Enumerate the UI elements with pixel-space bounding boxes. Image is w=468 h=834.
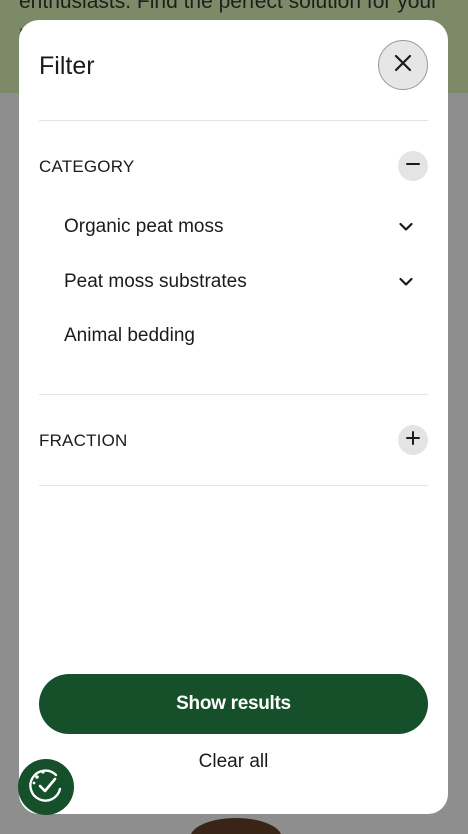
category-collapse-toggle[interactable] bbox=[398, 151, 428, 181]
filter-panel: Filter CATEGORY Organic peat moss Peat m… bbox=[19, 20, 448, 814]
category-item-animal-bedding[interactable]: Animal bedding bbox=[64, 321, 414, 351]
category-section-label: CATEGORY bbox=[39, 157, 135, 176]
fraction-section-label: FRACTION bbox=[39, 431, 128, 450]
filter-title: Filter bbox=[39, 52, 95, 80]
minus-icon bbox=[406, 157, 420, 176]
category-item-label: Animal bedding bbox=[64, 325, 195, 346]
divider bbox=[39, 394, 428, 395]
close-icon bbox=[394, 54, 412, 77]
chevron-down-icon[interactable] bbox=[398, 219, 414, 235]
divider bbox=[39, 120, 428, 121]
category-item-label: Organic peat moss bbox=[64, 216, 224, 237]
category-item-organic-peat-moss[interactable]: Organic peat moss bbox=[64, 212, 414, 242]
close-button[interactable] bbox=[378, 40, 428, 90]
clear-all-button[interactable]: Clear all bbox=[39, 751, 428, 777]
category-item-label: Peat moss substrates bbox=[64, 271, 247, 292]
divider bbox=[39, 485, 428, 486]
category-item-peat-moss-substrates[interactable]: Peat moss substrates bbox=[64, 267, 414, 297]
plus-icon bbox=[406, 430, 420, 450]
show-results-button[interactable]: Show results bbox=[39, 674, 428, 734]
cookie-settings-button[interactable] bbox=[18, 759, 74, 815]
fraction-expand-toggle[interactable] bbox=[398, 425, 428, 455]
chevron-down-icon[interactable] bbox=[398, 274, 414, 290]
cookie-check-icon bbox=[26, 765, 66, 810]
